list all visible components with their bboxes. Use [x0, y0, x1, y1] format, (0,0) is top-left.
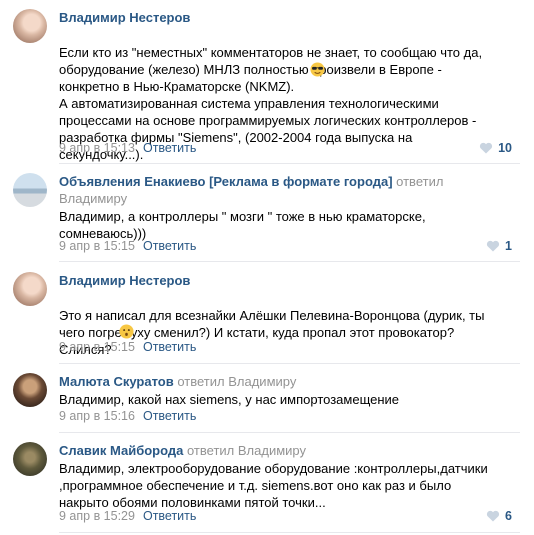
- comment-text: Владимир, электрооборудование оборудован…: [59, 461, 488, 510]
- comment-date[interactable]: 9 апр в 15:13: [59, 141, 135, 155]
- comment-date[interactable]: 9 апр в 15:16: [59, 409, 135, 423]
- replied-to[interactable]: Владимиру: [238, 443, 306, 458]
- replied-to[interactable]: Владимиру: [59, 191, 127, 206]
- heart-icon: [480, 142, 493, 154]
- divider: [59, 163, 520, 164]
- comment-text: Владимир, какой нах siemens, у нас импор…: [59, 392, 400, 407]
- reply-button[interactable]: Ответить: [143, 141, 196, 155]
- avatar[interactable]: [13, 442, 47, 476]
- replied-label: ответил: [396, 174, 444, 189]
- like-button[interactable]: 10: [479, 141, 512, 155]
- comment-author[interactable]: Владимир Нестеров: [59, 273, 190, 288]
- comment-meta: 9 апр в 15:13 Ответить: [59, 141, 196, 155]
- reply-button[interactable]: Ответить: [143, 340, 196, 354]
- reply-button[interactable]: Ответить: [143, 409, 196, 423]
- heart-icon: [486, 240, 500, 252]
- comment-meta: 9 апр в 15:15 Ответить: [59, 239, 196, 253]
- replied-label: ответил: [186, 443, 235, 458]
- avatar[interactable]: [13, 9, 47, 43]
- comment-author[interactable]: Владимир Нестеров: [59, 10, 190, 25]
- reply-button[interactable]: Ответить: [143, 509, 196, 523]
- divider: [59, 432, 520, 433]
- comment-author[interactable]: Славик Майборода ответил Владимиру: [59, 443, 306, 458]
- sunglasses-emoji-icon: [310, 62, 325, 77]
- like-count: 6: [505, 509, 512, 523]
- reply-button[interactable]: Ответить: [143, 239, 196, 253]
- hushed-emoji-icon: [119, 324, 134, 339]
- comment-meta: 9 апр в 15:16 Ответить: [59, 409, 196, 423]
- comment-meta: 9 апр в 15:29 Ответить: [59, 509, 196, 523]
- like-button[interactable]: 1: [486, 239, 512, 253]
- comment-text: Владимир, а контроллеры " мозги " тоже в…: [59, 209, 426, 241]
- avatar[interactable]: [13, 272, 47, 306]
- comment-author-name[interactable]: Славик Майборода: [59, 443, 183, 458]
- comment-author[interactable]: Объявления Енакиево [Реклама в формате г…: [59, 174, 443, 189]
- like-count: 1: [505, 239, 512, 253]
- comment-author-name[interactable]: Объявления Енакиево [Реклама в формате г…: [59, 174, 393, 189]
- comment-author-name[interactable]: Малюта Скуратов: [59, 374, 174, 389]
- replied-label: ответил: [177, 374, 225, 389]
- replied-to[interactable]: Владимиру: [228, 374, 296, 389]
- divider: [59, 363, 520, 364]
- avatar[interactable]: [13, 173, 47, 207]
- comment-date[interactable]: 9 апр в 15:15: [59, 239, 135, 253]
- comment-author[interactable]: Малюта Скуратов ответил Владимиру: [59, 374, 296, 389]
- comment-meta: 9 апр в 15:15 Ответить: [59, 340, 196, 354]
- comment-date[interactable]: 9 апр в 15:29: [59, 509, 135, 523]
- divider: [59, 261, 520, 262]
- comment-date[interactable]: 9 апр в 15:15: [59, 340, 135, 354]
- divider: [59, 532, 520, 533]
- avatar[interactable]: [13, 373, 47, 407]
- like-button[interactable]: 6: [486, 509, 512, 523]
- like-count: 10: [498, 141, 512, 155]
- heart-icon: [486, 510, 500, 522]
